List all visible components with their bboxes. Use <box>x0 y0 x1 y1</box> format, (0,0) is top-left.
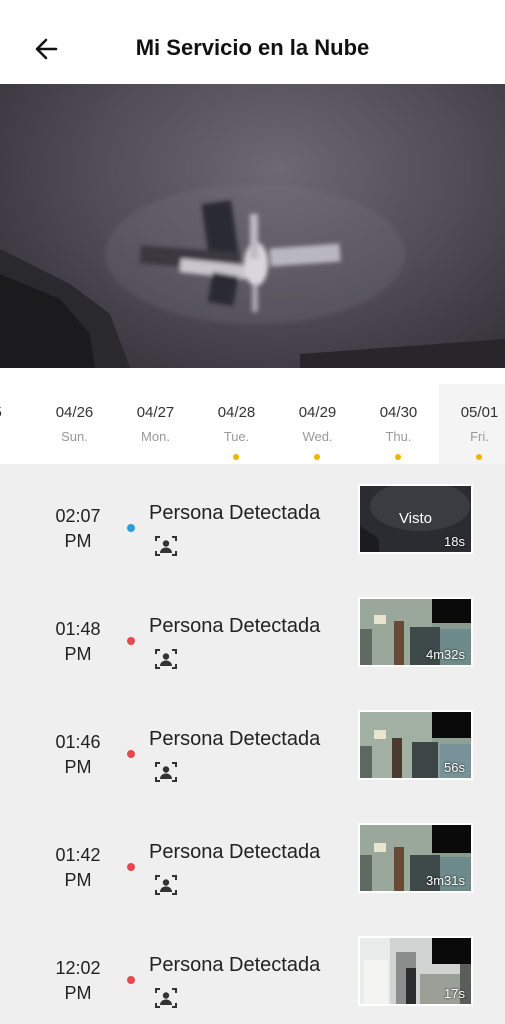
clip-duration: 18s <box>444 534 465 549</box>
status-dot-new <box>127 637 135 645</box>
event-thumbnail[interactable]: 3m31s <box>358 823 473 893</box>
event-time-ampm: PM <box>64 757 92 777</box>
events-marker-dot <box>476 454 482 460</box>
event-row[interactable]: 12:02 PM Persona Detectada 17s <box>0 916 505 1024</box>
person-detect-icon <box>155 988 177 1008</box>
date-number: 04/30 <box>379 404 418 421</box>
person-detect-icon <box>155 875 177 895</box>
clip-duration: 3m31s <box>425 873 465 888</box>
event-thumbnail[interactable]: Visto 18s <box>358 484 473 554</box>
date-item[interactable]: 04/28 Tue. <box>196 384 277 464</box>
event-time-value: 01:46 <box>55 732 101 752</box>
date-weekday: Sun. <box>61 429 88 444</box>
date-weekday: Tue. <box>223 429 250 444</box>
event-row[interactable]: 01:46 PM Persona Detectada 56s <box>0 690 505 803</box>
event-time: 12:02 PM <box>40 956 116 1006</box>
event-time: 02:07 PM <box>40 504 116 554</box>
event-thumbnail[interactable]: 56s <box>358 710 473 780</box>
event-time-ampm: PM <box>64 644 92 664</box>
clip-duration: 56s <box>444 760 465 775</box>
person-detect-icon <box>155 649 177 669</box>
event-title: Persona Detectada <box>149 615 321 637</box>
status-dot-new <box>127 863 135 871</box>
event-time-value: 12:02 <box>55 958 101 978</box>
event-title: Persona Detectada <box>149 954 321 976</box>
date-number: 04/26 <box>55 404 94 421</box>
event-time: 01:48 PM <box>40 617 116 667</box>
event-time: 01:46 PM <box>40 730 116 780</box>
date-item-selected[interactable]: 05/01 Fri. <box>439 384 505 464</box>
status-dot-new <box>127 976 135 984</box>
app-header: Mi Servicio en la Nube <box>0 0 505 84</box>
event-title: Persona Detectada <box>149 841 321 863</box>
event-list: 02:07 PM Persona Detectada Visto 18s 01:… <box>0 464 505 1024</box>
event-time-value: 01:48 <box>55 619 101 639</box>
date-selector: 25 . 04/26 Sun. 04/27 Mon. 04/28 Tue. 04… <box>0 384 505 464</box>
date-item[interactable]: 04/29 Wed. <box>277 384 358 464</box>
date-number: 05/01 <box>460 404 499 421</box>
events-marker-dot <box>395 454 401 460</box>
status-dot-new <box>127 750 135 758</box>
video-frame-image <box>0 184 505 368</box>
events-marker-dot <box>314 454 320 460</box>
page-title: Mi Servicio en la Nube <box>135 35 370 60</box>
date-number: 04/28 <box>217 404 256 421</box>
viewed-label: Visto <box>398 510 433 527</box>
date-number: 04/27 <box>136 404 175 421</box>
event-thumbnail[interactable]: 4m32s <box>358 597 473 667</box>
event-title: Persona Detectada <box>149 502 321 524</box>
event-time-value: 02:07 <box>55 506 101 526</box>
date-weekday: . <box>0 429 34 444</box>
event-row[interactable]: 02:07 PM Persona Detectada Visto 18s <box>0 464 505 577</box>
event-title: Persona Detectada <box>149 728 321 750</box>
clip-duration: 17s <box>444 986 465 1001</box>
date-weekday: Mon. <box>141 429 170 444</box>
person-detect-icon <box>155 536 177 556</box>
date-item[interactable]: 04/30 Thu. <box>358 384 439 464</box>
event-time: 01:42 PM <box>40 843 116 893</box>
event-time-ampm: PM <box>64 870 92 890</box>
event-row[interactable]: 01:48 PM Persona Detectada 4m32s <box>0 577 505 690</box>
date-number: 25 <box>0 404 34 421</box>
video-player[interactable] <box>0 84 505 368</box>
event-time-ampm: PM <box>64 983 92 1003</box>
date-item[interactable]: 25 . <box>0 384 34 464</box>
events-marker-dot <box>233 454 239 460</box>
date-item[interactable]: 04/26 Sun. <box>34 384 115 464</box>
event-thumbnail[interactable]: 17s <box>358 936 473 1006</box>
divider <box>0 368 505 384</box>
event-time-ampm: PM <box>64 531 92 551</box>
date-weekday: Thu. <box>385 429 412 444</box>
event-time-value: 01:42 <box>55 845 101 865</box>
status-dot-viewed <box>127 524 135 532</box>
date-item[interactable]: 04/27 Mon. <box>115 384 196 464</box>
clip-duration: 4m32s <box>425 647 465 662</box>
date-weekday: Wed. <box>302 429 333 444</box>
event-row[interactable]: 01:42 PM Persona Detectada 3m31s <box>0 803 505 916</box>
date-number: 04/29 <box>298 404 337 421</box>
date-weekday: Fri. <box>470 429 489 444</box>
person-detect-icon <box>155 762 177 782</box>
